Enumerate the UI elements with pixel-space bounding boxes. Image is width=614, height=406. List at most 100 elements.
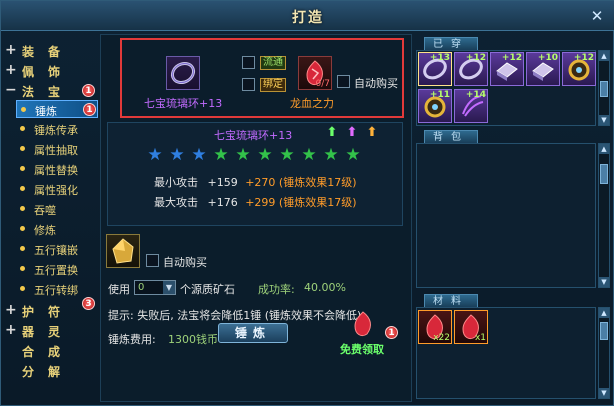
- sidebar-sub-label: 属性强化: [34, 184, 78, 197]
- item-level: +12: [501, 53, 522, 63]
- forge-item-slot[interactable]: [166, 56, 200, 90]
- item-level: +10: [537, 53, 558, 63]
- ore-auto-buy-checkbox[interactable]: [146, 254, 159, 267]
- chevron-down-icon: ▼: [163, 281, 175, 294]
- sidebar-item-talisman[interactable]: + 护符 3: [2, 297, 98, 320]
- sidebar-sub-element-rebind[interactable]: 五行转绑: [16, 280, 98, 298]
- scroll-thumb[interactable]: [600, 322, 608, 340]
- bullet-icon: [20, 126, 25, 131]
- star-icon: ★: [213, 145, 229, 165]
- sidebar-item-label: 装备: [22, 45, 75, 59]
- use-label: 使用: [108, 283, 130, 296]
- free-claim-badge: 1: [385, 326, 398, 339]
- sidebar-sub-attr-enhance[interactable]: 属性强化: [16, 180, 98, 198]
- tab-equipped[interactable]: 已穿: [424, 37, 478, 51]
- sidebar-item-label: 法宝: [22, 85, 75, 99]
- title-bar: 打造 ✕: [1, 1, 614, 31]
- equipped-item[interactable]: +13: [418, 52, 452, 86]
- forge-button[interactable]: 锤炼: [218, 323, 288, 343]
- notification-badge: 3: [82, 297, 95, 310]
- bullet-icon: [20, 166, 25, 171]
- sidebar-sub-label: 属性抽取: [34, 144, 78, 157]
- scroll-thumb[interactable]: [600, 81, 608, 97]
- sidebar-sub-attr-extract[interactable]: 属性抽取: [16, 140, 98, 158]
- material-slot[interactable]: 0/7: [298, 56, 332, 90]
- sidebar-sub-forge[interactable]: 锤炼 1: [16, 100, 98, 118]
- bag-scrollbar[interactable]: ▲ ▼: [598, 143, 610, 288]
- sidebar-item-magic-weapon[interactable]: − 法宝 1: [2, 82, 98, 100]
- sidebar-sub-cultivate[interactable]: 修炼: [16, 220, 98, 238]
- tab-materials[interactable]: 材料: [424, 294, 478, 308]
- sidebar-sub-element-inlay[interactable]: 五行镶嵌: [16, 240, 98, 258]
- bullet-icon: [20, 286, 25, 291]
- close-icon[interactable]: ✕: [587, 6, 607, 26]
- free-claim-link[interactable]: 免费领取: [340, 341, 384, 357]
- sidebar-sub-attr-replace[interactable]: 属性替换: [16, 160, 98, 178]
- equipped-item[interactable]: +14: [454, 89, 488, 123]
- scroll-down-icon[interactable]: ▼: [599, 115, 609, 125]
- auto-buy-checkbox[interactable]: [337, 75, 350, 88]
- free-claim-icon[interactable]: [348, 310, 378, 340]
- sidebar-sub-element-swap[interactable]: 五行置换: [16, 260, 98, 278]
- scroll-thumb[interactable]: [600, 164, 608, 184]
- scroll-up-icon[interactable]: ▲: [599, 51, 609, 61]
- cost-label: 锤炼费用:: [108, 333, 156, 346]
- success-label: 成功率:: [258, 283, 295, 296]
- circulate-checkbox[interactable]: [242, 56, 255, 69]
- equipped-scrollbar[interactable]: ▲ ▼: [598, 50, 610, 126]
- forge-item-name: 七宝琉璃环+13: [144, 97, 223, 110]
- equipped-item[interactable]: +12: [454, 52, 488, 86]
- equipped-item[interactable]: +12: [562, 52, 596, 86]
- notification-badge: 1: [83, 103, 96, 116]
- stat-min-attack: 最小攻击 +159 +270 (锤炼效果17级): [154, 174, 357, 190]
- bind-checkbox[interactable]: [242, 78, 255, 91]
- sidebar-item-label: 护符: [22, 305, 75, 319]
- expand-icon: +: [5, 322, 17, 338]
- material-item[interactable]: x1: [454, 310, 488, 344]
- expand-icon: +: [5, 62, 17, 78]
- window-title: 打造: [292, 10, 324, 26]
- equipped-item[interactable]: +10: [526, 52, 560, 86]
- materials-scrollbar[interactable]: ▲ ▼: [598, 307, 610, 399]
- sidebar-item-label: 合成: [22, 345, 75, 359]
- sidebar-sub-forge-inherit[interactable]: 锤炼传承: [16, 120, 98, 138]
- upgrade-arrow-purple-icon: ⬆: [346, 125, 358, 140]
- sidebar-item-label: 分解: [22, 365, 75, 379]
- star-icon: ★: [235, 145, 251, 165]
- sidebar-item-accessory[interactable]: + 佩饰: [2, 62, 98, 80]
- sidebar-item-synthesize[interactable]: 合成: [2, 342, 98, 360]
- bullet-icon: [20, 206, 25, 211]
- ore-quantity-select[interactable]: 0 ▼: [134, 280, 176, 295]
- star-icon: ★: [279, 145, 295, 165]
- sidebar-sub-label: 属性替换: [34, 164, 78, 177]
- sidebar-item-decompose[interactable]: 分解: [2, 362, 98, 380]
- material-item[interactable]: x22: [418, 310, 452, 344]
- ore-slot[interactable]: [106, 234, 140, 268]
- star-icon: ★: [169, 145, 185, 165]
- item-count: x22: [433, 333, 450, 343]
- stat-base: +159: [207, 176, 238, 189]
- star-icon: ★: [301, 145, 317, 165]
- equipped-item[interactable]: +11: [418, 89, 452, 123]
- star-icon: ★: [323, 145, 339, 165]
- bullet-icon: [20, 186, 25, 191]
- scroll-up-icon[interactable]: ▲: [599, 144, 609, 154]
- sidebar-sub-label: 吞噬: [34, 204, 56, 217]
- material-count: 0/7: [315, 79, 330, 89]
- sidebar-item-equipment[interactable]: + 装备: [2, 42, 98, 60]
- scroll-down-icon[interactable]: ▼: [599, 388, 609, 398]
- scroll-up-icon[interactable]: ▲: [599, 308, 609, 318]
- star-icon: ★: [345, 145, 361, 165]
- hint-text: 提示: 失败后, 法宝将会降低1锤 (锤炼效果不会降低): [108, 309, 362, 322]
- tab-bag[interactable]: 背包: [424, 130, 478, 144]
- stat-label: 最小攻击: [154, 176, 198, 189]
- expand-icon: +: [5, 42, 17, 58]
- equipped-item[interactable]: +12: [490, 52, 524, 86]
- sidebar-sub-label: 修炼: [34, 224, 56, 237]
- scroll-down-icon[interactable]: ▼: [599, 277, 609, 287]
- sidebar-item-spirit[interactable]: + 器灵: [2, 322, 98, 340]
- ore-auto-buy-label: 自动购买: [163, 256, 207, 269]
- sidebar-sub-devour[interactable]: 吞噬: [16, 200, 98, 218]
- sidebar-item-label: 器灵: [22, 325, 75, 339]
- notification-badge: 1: [82, 84, 95, 97]
